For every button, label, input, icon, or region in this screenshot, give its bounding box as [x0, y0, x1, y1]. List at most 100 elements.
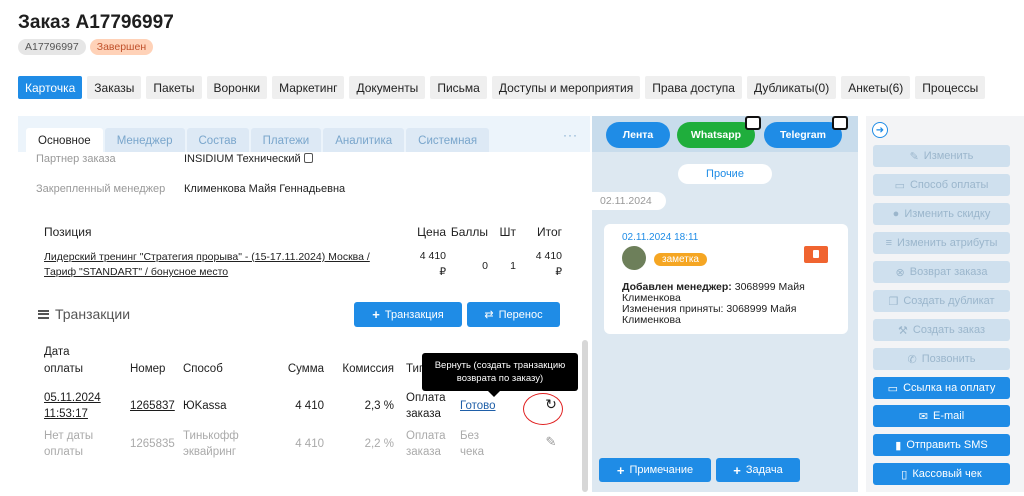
- col-number: Номер: [130, 363, 166, 375]
- add-note-label: Примечание: [629, 464, 694, 476]
- transaction-fee: 2,3 %: [364, 400, 394, 412]
- plus-icon: +: [372, 307, 380, 322]
- transfer-button[interactable]: ⇄ Перенос: [467, 302, 560, 327]
- tab-surveys[interactable]: Анкеты(6): [841, 76, 911, 99]
- cart-icon: ⚒: [898, 324, 908, 337]
- channel-whatsapp-tab[interactable]: Whatsapp: [677, 116, 761, 148]
- channel-feed-tab[interactable]: Лента: [606, 122, 670, 148]
- manager-value: Клименкова Майя Геннадьевна: [184, 183, 346, 195]
- subtab-manager[interactable]: Менеджер: [104, 128, 185, 152]
- positions-table: Позиция Цена Баллы Шт Итог Лидерский тре…: [44, 220, 580, 280]
- sub-tabs: Основное Менеджер Состав Платежи Аналити…: [18, 116, 590, 152]
- delete-note-icon[interactable]: [804, 246, 828, 263]
- tab-orders[interactable]: Заказы: [87, 76, 142, 99]
- add-transaction-button[interactable]: + Транзакция: [354, 302, 462, 327]
- note-card: 02.11.2024 18:11 заметка Добавлен менедж…: [604, 224, 848, 334]
- transaction-number-link[interactable]: 1265837: [130, 390, 183, 414]
- position-name-line2[interactable]: Тариф "STANDART" / бонусное место: [44, 265, 406, 280]
- tab-duplicates[interactable]: Дубликаты(0): [746, 76, 837, 99]
- note-tag: заметка: [654, 253, 707, 266]
- add-task-label: Задача: [745, 464, 783, 476]
- transaction-method: Тинькофф эквайринг: [183, 430, 239, 458]
- transaction-number: 1265835: [130, 438, 175, 450]
- tab-marketing[interactable]: Маркетинг: [272, 76, 345, 99]
- transaction-method: ЮKassa: [183, 400, 227, 412]
- subtab-analytics[interactable]: Аналитика: [323, 128, 405, 152]
- manager-label: Закрепленный менеджер: [36, 183, 166, 195]
- tab-funnels[interactable]: Воронки: [206, 76, 268, 99]
- tab-card[interactable]: Карточка: [18, 76, 83, 99]
- refund-order-button[interactable]: ⊗ Возврат заказа: [873, 261, 1010, 283]
- payment-link-button[interactable]: ▭ Ссылка на оплату: [873, 377, 1010, 399]
- subtab-system[interactable]: Системная: [406, 128, 490, 152]
- tab-packages[interactable]: Пакеты: [146, 76, 202, 99]
- percent-icon: ●: [892, 208, 900, 220]
- scrollbar[interactable]: [582, 340, 588, 492]
- transaction-date: Нет даты оплаты: [44, 430, 94, 458]
- position-points: 0: [482, 260, 488, 272]
- partner-label: Партнер заказа: [36, 153, 116, 165]
- col-points: Баллы: [450, 225, 488, 239]
- add-task-button[interactable]: + Задача: [716, 458, 800, 482]
- send-sms-button[interactable]: ▮ Отправить SMS: [873, 434, 1010, 456]
- order-badges: A17796997 Завершен: [18, 39, 154, 55]
- arrow-right-icon[interactable]: ➜: [872, 122, 888, 138]
- transaction-date-link[interactable]: 05.11.2024 11:53:17: [44, 390, 130, 422]
- position-name-line1[interactable]: Лидерский тренинг "Стратегия прорыва" - …: [44, 250, 406, 265]
- order-id-badge: A17796997: [18, 39, 86, 55]
- tab-letters[interactable]: Письма: [430, 76, 487, 99]
- change-discount-button[interactable]: ● Изменить скидку: [873, 203, 1010, 225]
- transaction-type: Оплата заказа: [406, 430, 446, 458]
- tab-documents[interactable]: Документы: [349, 76, 426, 99]
- position-name-link[interactable]: Лидерский тренинг "Стратегия прорыва" - …: [44, 250, 406, 280]
- order-details-panel: Основное Менеджер Состав Платежи Аналити…: [18, 116, 590, 492]
- col-date: Дата оплаты: [44, 346, 84, 375]
- tab-access-events[interactable]: Доступы и мероприятия: [491, 76, 641, 99]
- call-button[interactable]: ✆ Позвонить: [873, 348, 1010, 370]
- plus-icon: +: [616, 462, 625, 478]
- create-duplicate-button[interactable]: ❐ Создать дубликат: [873, 290, 1010, 312]
- subtab-composition[interactable]: Состав: [186, 128, 249, 152]
- card-icon: ▭: [887, 382, 899, 395]
- tab-processes[interactable]: Процессы: [915, 76, 986, 99]
- col-total: Итог: [536, 225, 562, 239]
- note-text: Добавлен менеджер: 3068999 Майя Клименко…: [622, 282, 837, 326]
- transfer-icon: ⇄: [484, 309, 494, 321]
- actions-sidebar: ➜ ✎ Изменить ▭ Способ оплаты ● Изменить ски…: [866, 116, 1024, 492]
- user-icon: ✎: [909, 150, 919, 163]
- positions-header: Позиция Цена Баллы Шт Итог: [44, 220, 580, 244]
- receipt-button[interactable]: ▯ Кассовый чек: [873, 463, 1010, 485]
- channel-telegram-tab[interactable]: Telegram: [764, 116, 848, 148]
- edit-button[interactable]: ✎ Изменить: [873, 145, 1010, 167]
- add-note-button[interactable]: + Примечание: [599, 458, 711, 482]
- transaction-sum: 4 410: [295, 400, 324, 412]
- status-badge: Завершен: [89, 39, 154, 55]
- payment-method-button[interactable]: ▭ Способ оплаты: [873, 174, 1010, 196]
- subtab-main[interactable]: Основное: [26, 128, 103, 152]
- transaction-status: Без чека: [460, 430, 485, 458]
- col-method: Способ: [183, 363, 223, 375]
- copy-icon: ❐: [888, 295, 899, 308]
- edit-pencil-icon[interactable]: ✎: [524, 428, 578, 450]
- note-time: 02.11.2024 18:11: [622, 232, 699, 243]
- position-price: 4 410 ₽: [406, 250, 446, 280]
- other-filter-pill[interactable]: Прочие: [678, 164, 772, 184]
- avatar: [622, 246, 646, 270]
- card-icon: ▭: [894, 179, 905, 192]
- price-currency: ₽: [439, 266, 446, 278]
- col-price: Цена: [417, 225, 446, 239]
- email-button[interactable]: ✉ E-mail: [873, 405, 1010, 427]
- refund-icon: ⊗: [895, 266, 905, 279]
- copy-icon[interactable]: [303, 153, 313, 163]
- manager-row: Закрепленный менеджер Клименкова Майя Ген…: [36, 183, 345, 195]
- partner-row: Партнер заказа INSIDIUM Технический: [36, 153, 313, 165]
- col-position: Позиция: [44, 225, 92, 239]
- transactions-title-text: Транзакции: [55, 306, 131, 322]
- position-total: 4 410 ₽: [516, 250, 562, 280]
- create-order-button[interactable]: ⚒ Создать заказ: [873, 319, 1010, 341]
- subtab-payments[interactable]: Платежи: [250, 128, 322, 152]
- change-attributes-button[interactable]: ≡ Изменить атрибуты: [873, 232, 1010, 254]
- tab-permissions[interactable]: Права доступа: [645, 76, 742, 99]
- more-tabs-button[interactable]: ···: [563, 128, 578, 142]
- attributes-icon: ≡: [885, 237, 893, 249]
